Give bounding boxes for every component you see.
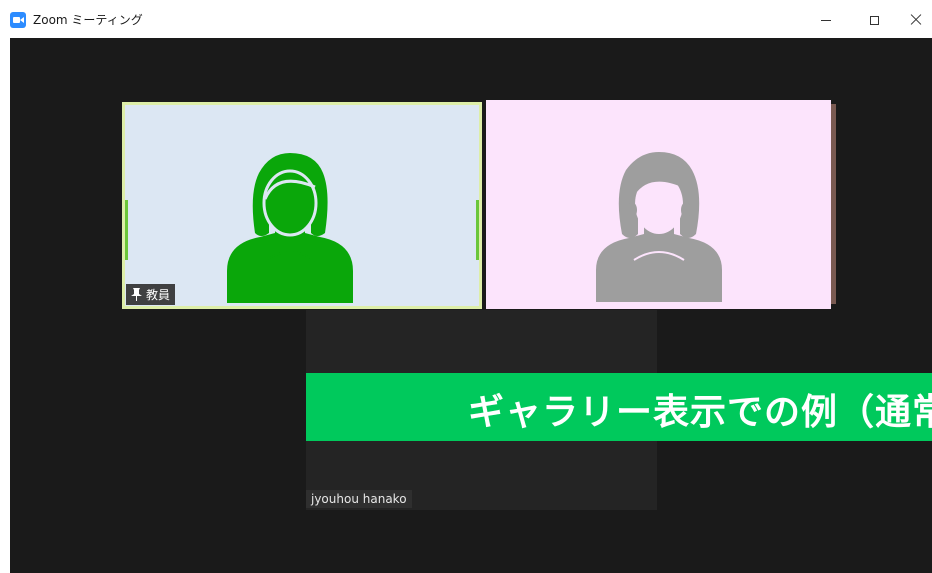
banner-text: ギャラリー表示での例（通常 xyxy=(468,392,932,433)
participant-tile-student[interactable] xyxy=(486,100,831,309)
minimize-icon xyxy=(821,19,831,21)
zoom-app-icon xyxy=(10,12,26,28)
title-bar: Zoom ミーティング xyxy=(0,0,932,38)
meeting-gallery-view: 教員 jyouhou hanako ギャラリー表示での例（通常 xyxy=(10,38,932,573)
participant-tile-teacher[interactable]: 教員 xyxy=(122,102,482,309)
female-avatar-icon xyxy=(227,153,353,303)
maximize-icon xyxy=(869,15,879,25)
female-avatar-icon xyxy=(596,152,722,302)
maximize-button[interactable] xyxy=(852,6,896,34)
window-title: Zoom ミーティング xyxy=(33,13,143,27)
teacher-name-label: 教員 xyxy=(126,284,176,305)
close-icon xyxy=(909,13,923,27)
self-name-label: jyouhou hanako xyxy=(306,490,412,508)
teacher-name: 教員 xyxy=(146,288,171,302)
pin-icon xyxy=(131,288,142,301)
close-button[interactable] xyxy=(900,6,932,34)
minimize-button[interactable] xyxy=(804,6,848,34)
annotation-banner: ギャラリー表示での例（通常 xyxy=(306,373,932,441)
